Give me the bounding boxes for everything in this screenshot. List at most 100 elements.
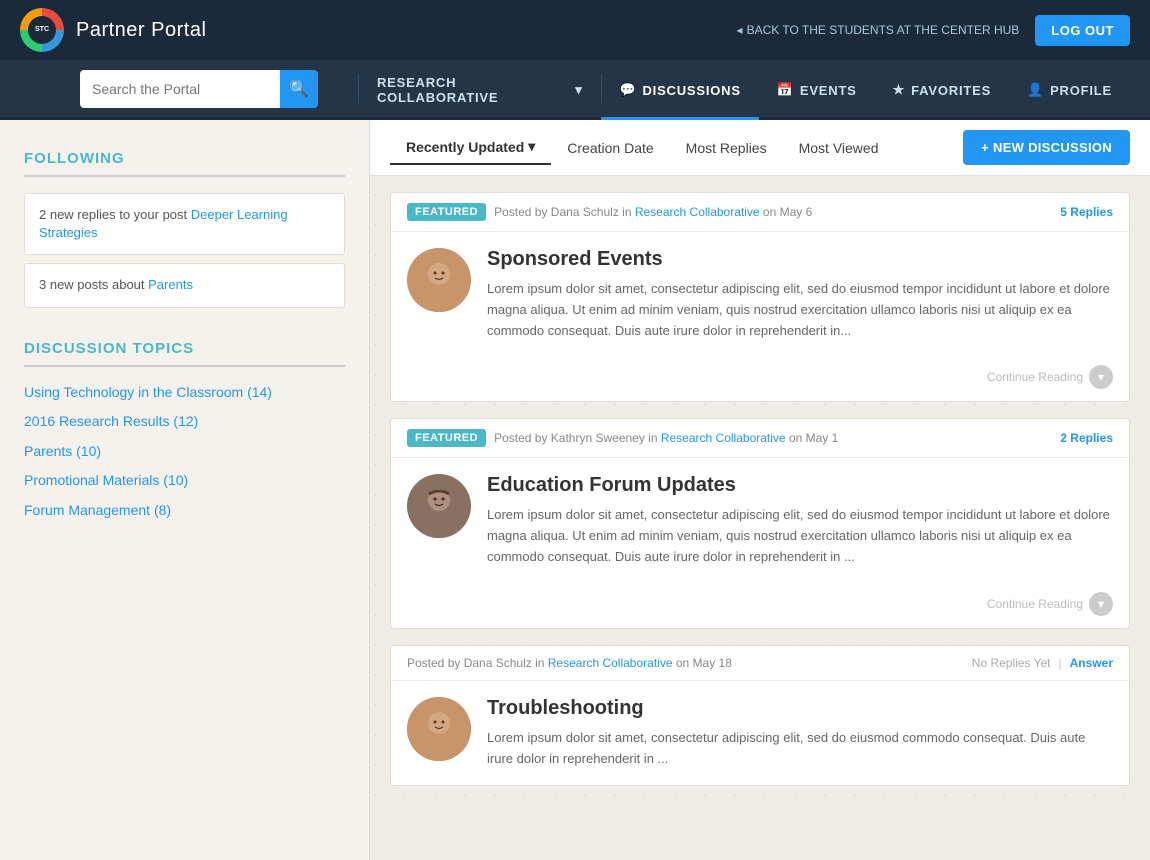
logout-button[interactable]: LOG OUT [1035, 15, 1130, 46]
nav-item-profile[interactable]: 👤 PROFILE [1009, 63, 1130, 120]
card-posted-by-3: Posted by Dana Schulz in [407, 656, 544, 670]
avatar-3 [407, 697, 471, 761]
card-title-2: Education Forum Updates [487, 474, 1113, 497]
following-item-2: 3 new posts about Parents [24, 263, 345, 307]
nav-item-favorites[interactable]: ★ FAVORITES [875, 63, 1009, 120]
discussions-icon: 💬 [619, 82, 636, 98]
portal-title: Partner Portal [76, 19, 206, 42]
no-replies-label: No Replies Yet [972, 656, 1051, 670]
top-navigation: STC Partner Portal ◂ BACK TO THE STUDENT… [0, 0, 1150, 60]
logo-area: STC Partner Portal [20, 8, 206, 52]
back-link-text: BACK TO THE STUDENTS AT THE CENTER HUB [747, 23, 1020, 37]
back-to-hub-link[interactable]: ◂ BACK TO THE STUDENTS AT THE CENTER HUB [737, 23, 1020, 37]
discussion-card-2: Featured Posted by Kathryn Sweeney in Re… [390, 418, 1130, 628]
card-posted-by-2: Posted by Kathryn Sweeney in [494, 431, 657, 445]
sort-dropdown-icon: ▾ [528, 138, 535, 155]
card-category-link-2[interactable]: Research Collaborative [661, 431, 786, 445]
topic-link-4[interactable]: Promotional Materials (10) [24, 471, 345, 491]
sort-recently-updated[interactable]: Recently Updated ▾ [390, 130, 551, 165]
top-nav-right: ◂ BACK TO THE STUDENTS AT THE CENTER HUB… [737, 15, 1130, 46]
card-excerpt-3: Lorem ipsum dolor sit amet, consectetur … [487, 728, 1113, 770]
card-excerpt-1: Lorem ipsum dolor sit amet, consectetur … [487, 279, 1113, 341]
back-arrow-icon: ◂ [737, 23, 743, 37]
search-icon: 🔍 [289, 79, 309, 99]
following-text-1: 2 new replies to your post [39, 207, 191, 222]
card-category-link-1[interactable]: Research Collaborative [635, 205, 760, 219]
avatar-1 [407, 248, 471, 312]
sort-recently-updated-label: Recently Updated [406, 139, 524, 155]
card-meta-3: Posted by Dana Schulz in Research Collab… [407, 656, 964, 670]
featured-badge-2: Featured [407, 429, 486, 447]
card-date-2: on May 1 [789, 431, 838, 445]
nav-item-events[interactable]: 📅 EVENTS [759, 63, 875, 120]
avatar-image-1 [407, 248, 471, 312]
card-title-1: Sponsored Events [487, 248, 1113, 271]
topic-link-5[interactable]: Forum Management (8) [24, 501, 345, 521]
new-discussion-button[interactable]: + NEW DISCUSSION [963, 130, 1130, 165]
topic-link-2[interactable]: 2016 Research Results (12) [24, 412, 345, 432]
search-area: 🔍 [80, 60, 318, 117]
parents-following-link[interactable]: Parents [148, 277, 193, 292]
topics-title: DISCUSSION TOPICS [24, 340, 345, 367]
card-text-2: Education Forum Updates Lorem ipsum dolo… [487, 474, 1113, 567]
sort-bar: Recently Updated ▾ Creation Date Most Re… [370, 120, 1150, 176]
nav-item-discussions[interactable]: 💬 DISCUSSIONS [601, 63, 758, 120]
discussion-card-3: Posted by Dana Schulz in Research Collab… [390, 645, 1130, 787]
main-layout: FOLLOWING 2 new replies to your post Dee… [0, 120, 1150, 860]
card-replies-1: 5 Replies [1060, 205, 1113, 219]
card-meta-1: Posted by Dana Schulz in Research Collab… [494, 205, 1052, 219]
card-replies-2: 2 Replies [1060, 431, 1113, 445]
search-input[interactable] [80, 70, 280, 108]
card-text-1: Sponsored Events Lorem ipsum dolor sit a… [487, 248, 1113, 341]
nav-item-research[interactable]: RESEARCH COLLABORATIVE ▾ [359, 63, 601, 120]
card-date-1: on May 6 [763, 205, 812, 219]
continue-reading-label-1: Continue Reading [987, 370, 1083, 384]
nav-profile-label: PROFILE [1050, 83, 1112, 98]
discussion-card-1: Featured Posted by Dana Schulz in Resear… [390, 192, 1130, 402]
discussions-list: Featured Posted by Dana Schulz in Resear… [370, 176, 1150, 802]
sort-creation-date[interactable]: Creation Date [551, 132, 669, 164]
pipe-separator: | [1059, 656, 1062, 670]
card-header-3: Posted by Dana Schulz in Research Collab… [391, 646, 1129, 681]
following-text-2: 3 new posts about [39, 277, 148, 292]
answer-link[interactable]: Answer [1070, 656, 1113, 670]
card-body-2: Education Forum Updates Lorem ipsum dolo… [391, 458, 1129, 583]
card-excerpt-2: Lorem ipsum dolor sit amet, consectetur … [487, 505, 1113, 567]
nav-items: RESEARCH COLLABORATIVE ▾ 💬 DISCUSSIONS 📅… [358, 60, 1130, 117]
card-header-2: Featured Posted by Kathryn Sweeney in Re… [391, 419, 1129, 458]
nav-research-label: RESEARCH COLLABORATIVE [377, 75, 569, 105]
sidebar: FOLLOWING 2 new replies to your post Dee… [0, 120, 370, 860]
card-body-3: Troubleshooting Lorem ipsum dolor sit am… [391, 681, 1129, 786]
person-icon: 👤 [1027, 82, 1044, 98]
topic-link-1[interactable]: Using Technology in the Classroom (14) [24, 383, 345, 403]
secondary-navigation: 🔍 RESEARCH COLLABORATIVE ▾ 💬 DISCUSSIONS… [0, 60, 1150, 120]
card-title-3: Troubleshooting [487, 697, 1113, 720]
continue-icon-1: ▾ [1089, 365, 1113, 389]
continue-reading-2: Continue Reading ▾ [987, 592, 1113, 616]
calendar-icon: 📅 [777, 82, 794, 98]
continue-reading-label-2: Continue Reading [987, 597, 1083, 611]
continue-icon-2: ▾ [1089, 592, 1113, 616]
card-date-3: on May 18 [676, 656, 732, 670]
sort-most-replies[interactable]: Most Replies [670, 132, 783, 164]
featured-badge-1: Featured [407, 203, 486, 221]
discussion-topics-section: DISCUSSION TOPICS Using Technology in th… [24, 340, 345, 521]
topic-link-3[interactable]: Parents (10) [24, 442, 345, 462]
sort-most-viewed[interactable]: Most Viewed [783, 132, 895, 164]
following-title: FOLLOWING [24, 150, 345, 177]
card-body-1: Sponsored Events Lorem ipsum dolor sit a… [391, 232, 1129, 357]
main-content: Recently Updated ▾ Creation Date Most Re… [370, 120, 1150, 860]
following-item-1: 2 new replies to your post Deeper Learni… [24, 193, 345, 255]
nav-discussions-label: DISCUSSIONS [642, 83, 740, 98]
avatar-image-3 [407, 697, 471, 761]
nav-favorites-label: FAVORITES [911, 83, 991, 98]
card-footer-1: Continue Reading ▾ [391, 357, 1129, 401]
continue-reading-1: Continue Reading ▾ [987, 365, 1113, 389]
card-footer-2: Continue Reading ▾ [391, 584, 1129, 628]
logo-icon: STC [20, 8, 64, 52]
card-category-link-3[interactable]: Research Collaborative [548, 656, 673, 670]
star-icon: ★ [893, 82, 905, 98]
search-button[interactable]: 🔍 [280, 70, 318, 108]
card-text-3: Troubleshooting Lorem ipsum dolor sit am… [487, 697, 1113, 770]
nav-events-label: EVENTS [800, 83, 857, 98]
